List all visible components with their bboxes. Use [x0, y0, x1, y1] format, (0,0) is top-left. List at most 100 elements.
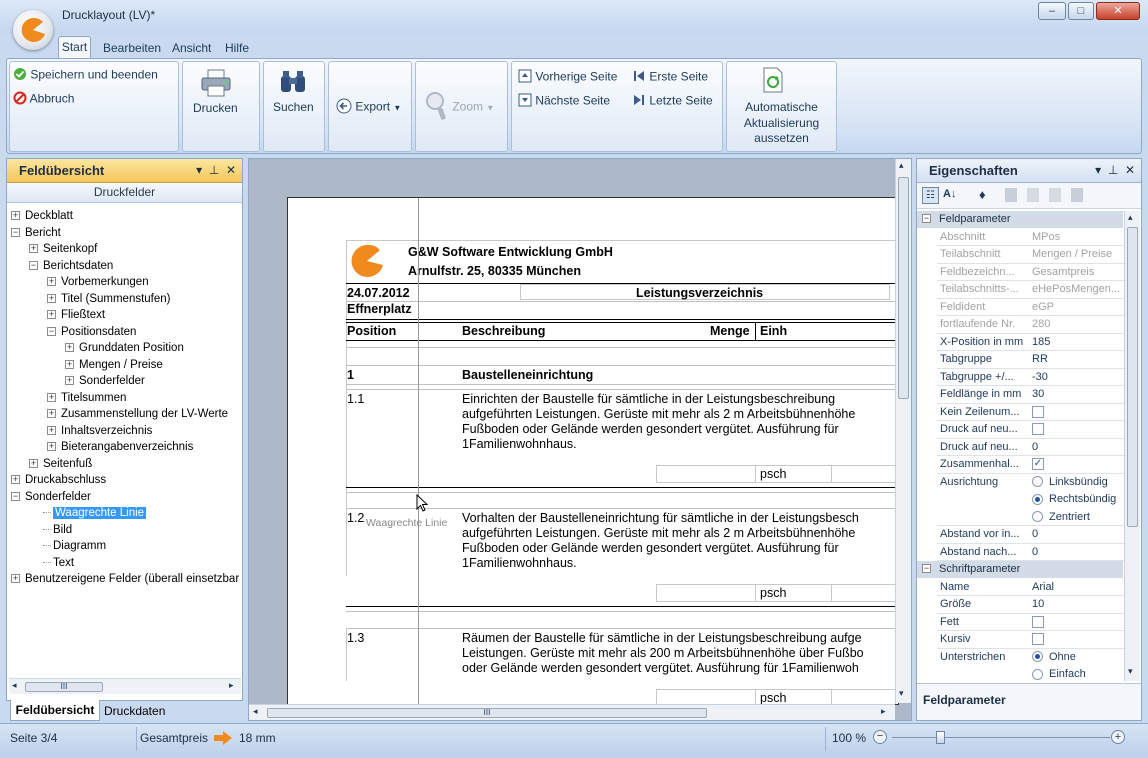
horizontal-scrollbar[interactable]: ◂ III ▸	[249, 704, 895, 720]
property-row[interactable]: Druck auf neu...	[937, 421, 1124, 439]
field-overview-header[interactable]: Feldübersicht ▾ ⊥ ✕	[7, 159, 242, 183]
expand-icon[interactable]: +	[65, 359, 74, 369]
property-value[interactable]: Arial	[1032, 581, 1054, 593]
properties-header[interactable]: Eigenschaften ▾ ⊥ ✕	[917, 159, 1141, 183]
tree-item[interactable]: + Benutzereigene Felder (überall einsetzb…	[11, 571, 239, 588]
expand-icon[interactable]: +	[47, 277, 56, 287]
property-row[interactable]: Teilabschnitts-... eHePosMengen...	[937, 281, 1124, 299]
collapse-icon[interactable]: −	[11, 491, 20, 501]
property-row[interactable]: Tabgruppe RR	[937, 351, 1124, 369]
horizontal-scrollbar[interactable]: ◂ III ▸	[9, 678, 241, 694]
property-value[interactable]: eGP	[1032, 301, 1054, 313]
property-row[interactable]: Kursiv	[937, 631, 1124, 649]
radio-button[interactable]	[1032, 493, 1043, 505]
property-row[interactable]: Größe 10	[937, 596, 1124, 614]
property-checkbox[interactable]	[1032, 633, 1044, 645]
expand-icon[interactable]: +	[65, 343, 74, 353]
sort-alpha-icon[interactable]: A↓	[943, 188, 956, 200]
collapse-icon[interactable]: −	[11, 227, 20, 237]
radio-option[interactable]: Rechtsbündig	[1032, 493, 1116, 505]
maximize-button[interactable]: □	[1068, 2, 1094, 20]
tree-item[interactable]: + Seitenkopf	[11, 241, 239, 258]
reset-property-icon[interactable]	[1071, 188, 1083, 202]
tree-item[interactable]: + Mengen / Preise	[11, 357, 239, 374]
property-checkbox[interactable]	[1032, 615, 1044, 628]
collapse-icon[interactable]: −	[922, 564, 931, 573]
property-value[interactable]: RR	[1032, 353, 1048, 365]
pin-icon[interactable]: ⊥	[209, 163, 219, 177]
tree-item[interactable]: − Sonderfelder	[11, 489, 239, 506]
collapse-icon[interactable]: −	[29, 260, 38, 270]
last-page-button[interactable]: Letzte Seite	[632, 93, 713, 110]
property-value[interactable]: Mengen / Preise	[1032, 248, 1112, 260]
import-property-icon[interactable]	[1049, 188, 1061, 202]
export-button[interactable]: Export ▼	[336, 98, 401, 117]
zoom-out-button[interactable]: −	[873, 730, 887, 744]
expand-icon[interactable]: +	[47, 409, 56, 419]
property-value[interactable]: 10	[1032, 598, 1044, 610]
expand-icon[interactable]: +	[47, 442, 56, 452]
tree-item[interactable]: Waagrechte Linie	[11, 505, 239, 522]
panel-dropdown-icon[interactable]: ▾	[196, 163, 202, 177]
radio-option[interactable]: Ohne	[1032, 651, 1076, 663]
tree-item[interactable]: Text	[11, 555, 239, 572]
tree-item[interactable]: Bild	[11, 522, 239, 539]
property-row[interactable]: Abstand vor in... 0	[937, 526, 1124, 544]
radio-option[interactable]: Einfach	[1032, 668, 1086, 680]
zoom-slider[interactable]	[892, 737, 1110, 738]
property-value[interactable]: 280	[1032, 318, 1050, 330]
scroll-thumb[interactable]	[1127, 227, 1138, 527]
tree-item[interactable]: Diagramm	[11, 538, 239, 555]
property-checkbox[interactable]	[1032, 423, 1044, 435]
minimize-button[interactable]: –	[1038, 2, 1066, 20]
tree-item[interactable]: − Bericht	[11, 225, 239, 242]
scroll-left-icon[interactable]: ◂	[253, 706, 258, 717]
property-value[interactable]: MPos	[1032, 231, 1060, 243]
expand-icon[interactable]: +	[65, 376, 74, 386]
tree-item[interactable]: + Bieterangabenverzeichnis	[11, 439, 239, 456]
property-value[interactable]: Gesamtpreis	[1032, 266, 1094, 278]
tab-start[interactable]: Start	[58, 36, 91, 58]
close-button[interactable]: ✕	[1096, 2, 1140, 20]
property-row[interactable]: Abschnitt MPos	[937, 229, 1124, 246]
panel-dropdown-icon[interactable]: ▾	[1095, 163, 1101, 177]
radio-button[interactable]	[1032, 511, 1043, 523]
property-value[interactable]: 0	[1032, 546, 1038, 558]
property-value[interactable]: 0	[1032, 441, 1038, 453]
pin-icon[interactable]: ⊥	[1108, 163, 1118, 177]
radio-button[interactable]	[1032, 668, 1043, 680]
property-page-icon[interactable]	[1005, 188, 1017, 202]
export-property-icon[interactable]	[1027, 188, 1039, 202]
tab-hilfe[interactable]: Hilfe	[225, 41, 249, 55]
zoom-button[interactable]: Zoom ▼	[425, 91, 494, 124]
expand-icon[interactable]: +	[47, 392, 56, 402]
x-position-guide[interactable]	[418, 198, 419, 704]
scroll-up-icon[interactable]: ▴	[899, 160, 904, 171]
tab-ansicht[interactable]: Ansicht	[172, 41, 211, 55]
property-value[interactable]: eHePosMengen...	[1032, 283, 1120, 295]
collapse-icon[interactable]: −	[47, 326, 56, 336]
tree-item[interactable]: + Inhaltsverzeichnis	[11, 423, 239, 440]
radio-option[interactable]: Zentriert	[1032, 511, 1090, 523]
previous-page-button[interactable]: Vorherige Seite	[518, 69, 617, 86]
tree-item[interactable]: − Positionsdaten	[11, 324, 239, 341]
tree-item[interactable]: + Titel (Summenstufen)	[11, 291, 239, 308]
property-row[interactable]: Feldbezeichn... Gesamtpreis	[937, 264, 1124, 281]
property-row[interactable]: Abstand nach... 0	[937, 544, 1124, 561]
category-field-params[interactable]: − Feldparameter	[917, 211, 1123, 228]
scroll-down-icon[interactable]: ▾	[1128, 666, 1133, 677]
tree-item[interactable]: + Sonderfelder	[11, 373, 239, 390]
scroll-right-icon[interactable]: ▸	[881, 706, 886, 717]
property-value[interactable]: 0	[1032, 528, 1038, 540]
property-row[interactable]: Teilabschnitt Mengen / Preise	[937, 246, 1124, 264]
property-row[interactable]: Name Arial	[937, 579, 1124, 596]
expand-icon[interactable]: +	[29, 458, 38, 468]
tab-bearbeiten[interactable]: Bearbeiten	[103, 41, 161, 55]
property-row[interactable]: Druck auf neu... 0	[937, 439, 1124, 456]
scroll-thumb[interactable]: III	[25, 682, 103, 692]
tree-item[interactable]: + Fließtext	[11, 307, 239, 324]
scroll-thumb[interactable]: III	[267, 708, 707, 718]
tree-item[interactable]: + Seitenfuß	[11, 456, 239, 473]
property-row[interactable]: Tabgruppe +/... -30	[937, 369, 1124, 386]
properties-scrollbar[interactable]: ▴ ▾	[1124, 211, 1140, 681]
